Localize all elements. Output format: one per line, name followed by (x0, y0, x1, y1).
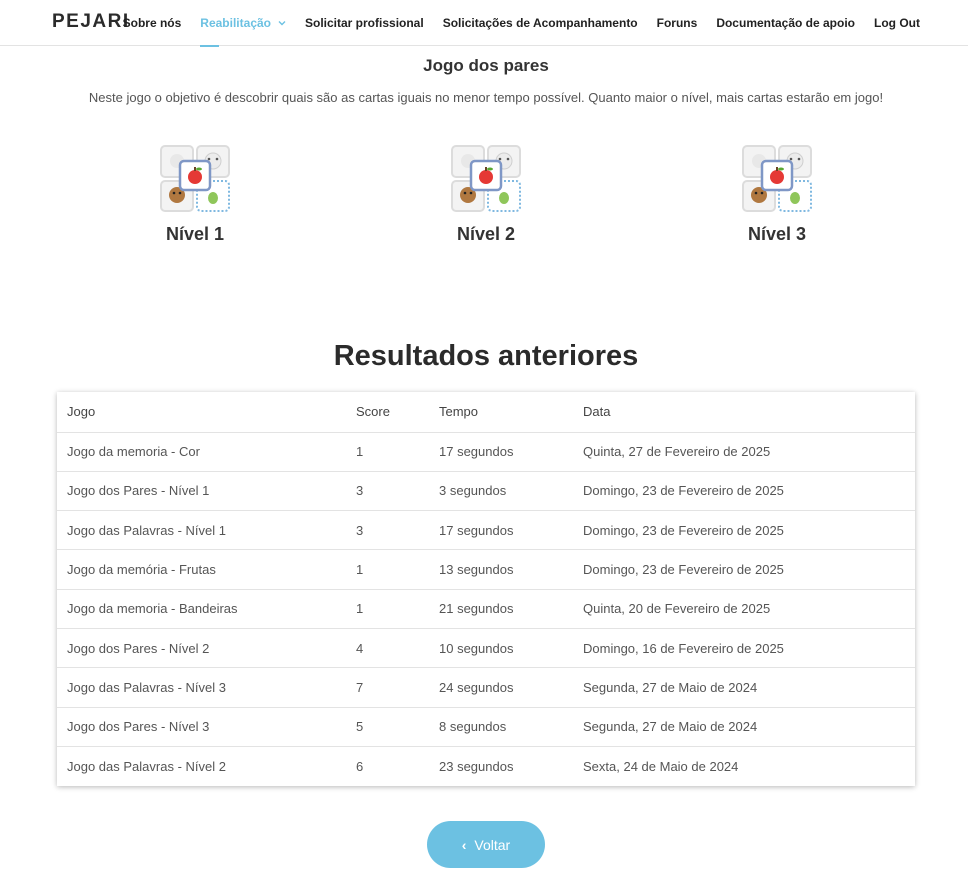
chevron-down-icon (278, 21, 286, 26)
table-header-row: Jogo Score Tempo Data (57, 392, 915, 433)
cell-tempo: 10 segundos (429, 628, 573, 669)
table-row: Jogo da memória - Frutas 1 13 segundos Domi… (57, 549, 915, 590)
cell-score: 1 (346, 549, 429, 590)
cell-score: 5 (346, 707, 429, 747)
nav-label: Log Out (874, 16, 920, 30)
nav-label: Documentação de apoio (716, 16, 856, 30)
level-2-button[interactable]: Nível 2 (426, 144, 546, 245)
table-row: Jogo da memoria - Bandeiras 1 21 segundos Q… (57, 589, 915, 629)
cell-data: Sexta, 24 de Maio de 2024 (583, 758, 739, 774)
main-nav: Sobre nós Reabilitação Solicitar profiss… (104, 0, 920, 47)
cell-data: Domingo, 16 de Fevereiro de 2025 (573, 628, 915, 669)
cell-jogo: Jogo da memória - Frutas (57, 549, 346, 590)
cell-data: Domingo, 23 de Fevereiro de 2025 (573, 510, 915, 551)
cell-data: Segunda, 27 de Maio de 2024 (573, 667, 915, 708)
nav-item-foruns[interactable]: Foruns (657, 0, 698, 46)
nav-label: Solicitações de Acompanhamento (442, 16, 638, 30)
cell-tempo: 8 segundos (429, 707, 573, 747)
back-button-label: Voltar (474, 836, 511, 853)
cell-data: Segunda, 27 de Maio de 2024 (573, 707, 915, 747)
cell-tempo: 21 segundos (429, 589, 573, 629)
nav-item-documentacao[interactable]: Documentação de apoio (716, 0, 855, 46)
cell-jogo: Jogo da memoria - Bandeiras (57, 589, 346, 629)
results-title: Resultados anteriores (333, 340, 639, 372)
cell-score: 6 (356, 758, 364, 774)
table-row: Jogo dos Pares - Nível 2 4 10 segundos Domi… (57, 628, 915, 669)
nav-item-solicitacoes-acompanhamento[interactable]: Solicitações de Acompanhamento (443, 0, 638, 46)
level-label: Nível 1 (165, 224, 225, 244)
cell-score: 3 (346, 510, 429, 551)
column-header-tempo: Tempo (429, 392, 573, 433)
back-button[interactable]: ‹ Voltar (427, 821, 545, 868)
nav-item-reabilitacao[interactable]: Reabilitação (200, 0, 286, 47)
nav-item-solicitar-profissional[interactable]: Solicitar profissional (305, 0, 424, 46)
cell-score: 3 (346, 471, 429, 512)
cell-data: Quinta, 27 de Fevereiro de 2025 (573, 432, 915, 472)
cell-jogo: Jogo dos Pares - Nível 3 (57, 707, 346, 747)
cell-score: 1 (346, 589, 429, 629)
cell-jogo: Jogo das Palavras - Nível 3 (57, 667, 346, 708)
cell-jogo: Jogo da memoria - Cor (57, 432, 346, 472)
table-row: Jogo da memoria - Cor 1 17 segundos Quinta,… (57, 432, 915, 472)
level-label: Nível 3 (747, 224, 807, 244)
chevron-left-icon: ‹ (461, 836, 467, 853)
level-1-button[interactable]: Nível 1 (135, 144, 255, 245)
column-header-score: Score (346, 392, 429, 433)
nav-label: Foruns (656, 16, 698, 30)
cell-jogo: Jogo das Palavras - Nível 2 (67, 758, 226, 774)
cell-tempo: 13 segundos (429, 549, 573, 590)
results-table: Jogo Score Tempo Data Jogo da memoria - … (57, 392, 915, 786)
game-title: Jogo dos pares (423, 56, 549, 75)
table-row: Jogo dos Pares - Nível 358 segundos Segun… (57, 707, 915, 747)
cell-jogo: Jogo das Palavras - Nível 1 (57, 510, 346, 551)
results-table-card: Jogo Score Tempo Data Jogo da memoria - … (57, 392, 915, 786)
cell-score: 7 (346, 667, 429, 708)
cell-jogo: Jogo dos Pares - Nível 2 (57, 628, 346, 669)
nav-item-sobre-nos[interactable]: Sobre nós (123, 0, 182, 46)
level-3-button[interactable]: Nível 3 (717, 144, 837, 245)
cell-jogo: Jogo dos Pares - Nível 1 (57, 471, 346, 512)
cell-data: Domingo, 23 de Fevereiro de 2025 (573, 471, 915, 512)
cards-icon (451, 145, 521, 212)
table-row: Jogo das Palavras - Nível 3 7 24 segundos S… (57, 667, 915, 708)
cards-icon (160, 145, 230, 212)
nav-item-logout[interactable]: Log Out (874, 0, 920, 46)
cell-data: Quinta, 20 de Fevereiro de 2025 (573, 589, 915, 629)
table-row: Jogo dos Pares - Nível 133 segundos Domin… (57, 471, 915, 512)
cell-data: Domingo, 23 de Fevereiro de 2025 (573, 549, 915, 590)
level-label: Nível 2 (456, 224, 516, 244)
column-header-data: Data (573, 392, 915, 433)
nav-label: Sobre nós (122, 16, 182, 30)
game-description: Neste jogo o objetivo é descobrir quais … (88, 90, 884, 105)
cell-tempo: 23 segundos (439, 758, 514, 774)
table-row: Jogo das Palavras - Nível 1 3 17 segundos D… (57, 510, 915, 551)
top-navbar: PEJARI Sobre nós Reabilitação Solicitar … (0, 0, 968, 47)
table-row: Jogo das Palavras - Nível 2 6 23 segundos S… (57, 746, 915, 785)
cell-tempo: 3 segundos (429, 471, 573, 512)
cell-score: 1 (346, 432, 429, 472)
column-header-jogo: Jogo (57, 392, 346, 433)
cell-tempo: 24 segundos (429, 667, 573, 708)
cell-tempo: 17 segundos (429, 510, 573, 551)
nav-label: Solicitar profissional (305, 16, 424, 30)
cell-tempo: 17 segundos (429, 432, 573, 472)
cell-score: 4 (346, 628, 429, 669)
cards-icon (742, 145, 812, 212)
nav-label: Reabilitação (200, 16, 271, 30)
